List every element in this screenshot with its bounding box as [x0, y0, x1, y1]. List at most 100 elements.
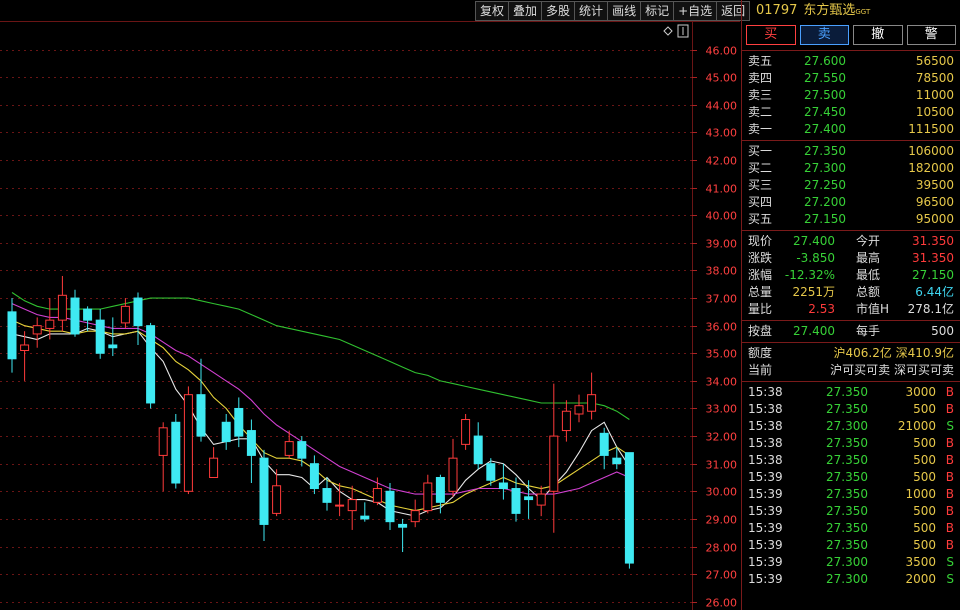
- chart-toolbar: 复权 叠加 多股 统计 画线 标记 +自选 返回: [475, 1, 751, 21]
- action-button-3[interactable]: 警: [906, 25, 956, 45]
- action-button-1[interactable]: 卖: [799, 25, 849, 45]
- action-button-0[interactable]: 买: [746, 25, 796, 45]
- tick-time: 15:39: [748, 487, 783, 501]
- quote-label-1: 涨跌: [748, 251, 773, 265]
- book-volume: 10500: [915, 105, 954, 119]
- candle-body-down: [171, 421, 181, 484]
- candle-body-down: [612, 457, 622, 465]
- book-label: 卖一: [748, 122, 773, 136]
- book-price: 27.600: [804, 54, 846, 68]
- candle-body-down: [435, 476, 445, 503]
- book-volume: 111500: [908, 122, 954, 136]
- candle-body-up: [20, 344, 30, 352]
- candle-body-down: [246, 430, 256, 456]
- tick-side: B: [945, 436, 954, 450]
- tick-time: 15:38: [748, 385, 783, 399]
- tick-price: 27.300: [826, 419, 868, 433]
- y-tick-label: 28.00: [706, 542, 738, 555]
- book-price: 27.200: [804, 195, 846, 209]
- tick-volume: 3000: [905, 385, 936, 399]
- tick-side: B: [945, 385, 954, 399]
- toolbar-button-4[interactable]: 画线: [607, 1, 642, 21]
- candle-body-up: [120, 305, 130, 324]
- candle-body-up: [335, 504, 345, 507]
- y-tick-label: 27.00: [706, 569, 738, 582]
- tick-price: 27.350: [826, 436, 868, 450]
- y-tick-label: 45.00: [706, 72, 738, 85]
- candle-body-up: [461, 419, 471, 445]
- y-tick-label: 29.00: [706, 514, 738, 527]
- book-label: 买三: [748, 178, 773, 192]
- candle-body-down: [385, 490, 395, 523]
- tick-volume: 1000: [905, 487, 936, 501]
- tick-row: 15:38 27.350 500 B: [742, 401, 960, 418]
- quote-value-1: -3.850: [796, 251, 835, 265]
- quote-label-1: 总量: [748, 285, 773, 299]
- toolbar-button-2[interactable]: 多股: [541, 1, 576, 21]
- candle-body-down: [473, 435, 483, 465]
- candle-body-down: [234, 407, 244, 437]
- toolbar-button-5[interactable]: 标记: [640, 1, 675, 21]
- tick-price: 27.350: [826, 453, 868, 467]
- candle-body-down: [146, 325, 156, 404]
- extra-v2: 500: [931, 324, 954, 338]
- tick-row: 15:39 27.350 500 B: [742, 537, 960, 554]
- quote-row: 现价 27.400 今开 31.350: [742, 233, 960, 250]
- current-row: 当前 沪可买可卖 深可买可卖: [742, 362, 960, 379]
- quote-label-1: 涨幅: [748, 268, 773, 282]
- extra-v1: 27.400: [793, 324, 835, 338]
- y-tick-label: 33.00: [706, 403, 738, 416]
- extra-row: 按盘 27.400 每手 500: [742, 323, 960, 340]
- toolbar-button-0[interactable]: 复权: [475, 1, 510, 21]
- quote-row: 总量 2251万 总额 6.44亿: [742, 284, 960, 301]
- bids-row: 买三 27.250 39500: [742, 177, 960, 194]
- tick-row: 15:39 27.350 500 B: [742, 503, 960, 520]
- book-label: 卖四: [748, 71, 773, 85]
- quote-value-2: 278.1亿: [907, 302, 954, 316]
- candle-body-up: [45, 319, 55, 329]
- book-price: 27.550: [804, 71, 846, 85]
- tick-side: S: [946, 419, 954, 433]
- y-tick-label: 31.00: [706, 459, 738, 472]
- book-volume: 106000: [908, 144, 954, 158]
- tick-volume: 500: [913, 504, 936, 518]
- tick-side: B: [945, 487, 954, 501]
- candle-body-up: [549, 435, 559, 492]
- tick-row: 15:38 27.350 500 B: [742, 435, 960, 452]
- bid-book: 买一 27.350 106000 买二 27.300 182000 买三 27.250 3950…: [742, 143, 960, 228]
- book-volume: 11000: [915, 88, 954, 102]
- tick-side: B: [945, 521, 954, 535]
- toolbar-button-1[interactable]: 叠加: [508, 1, 543, 21]
- stock-code: 01797: [756, 3, 798, 18]
- candle-body-up: [372, 488, 382, 503]
- book-label: 买五: [748, 212, 773, 226]
- action-button-2[interactable]: 撤: [853, 25, 903, 45]
- toolbar-button-6[interactable]: +自选: [673, 1, 718, 21]
- candle-body-up: [347, 499, 357, 512]
- ma-line-green: [11, 292, 630, 420]
- tick-price: 27.350: [826, 538, 868, 552]
- quote-label-2: 今开: [856, 234, 881, 248]
- book-price: 27.450: [804, 105, 846, 119]
- order-actions: 买卖撤警: [742, 22, 960, 48]
- quote-row: 量比 2.53 市值H 278.1亿: [742, 301, 960, 318]
- quota-v2: 沪可买可卖 深可买可卖: [830, 363, 954, 377]
- quote-stats: 现价 27.400 今开 31.350 涨跌 -3.850 最高 31.350 涨幅 -12.32…: [742, 233, 960, 318]
- stock-sub: GGT: [855, 8, 871, 16]
- quote-value-1: 2.53: [808, 302, 835, 316]
- y-tick-label: 34.00: [706, 376, 738, 389]
- candle-body-up: [410, 510, 420, 523]
- extra-l1: 按盘: [748, 324, 773, 338]
- diamond-icon: [663, 26, 673, 36]
- candle-body-down: [7, 311, 17, 360]
- toolbar-button-3[interactable]: 统计: [574, 1, 609, 21]
- candle-body-down: [624, 452, 634, 564]
- quote-value-1: -12.32%: [784, 268, 835, 282]
- tick-time: 15:38: [748, 453, 783, 467]
- candle-body-up: [587, 394, 597, 412]
- candle-body-up: [158, 427, 168, 456]
- candle-body-up: [284, 441, 294, 456]
- quote-value-2: 31.350: [912, 234, 954, 248]
- y-tick-label: 30.00: [706, 486, 738, 499]
- candle-body-down: [70, 297, 80, 335]
